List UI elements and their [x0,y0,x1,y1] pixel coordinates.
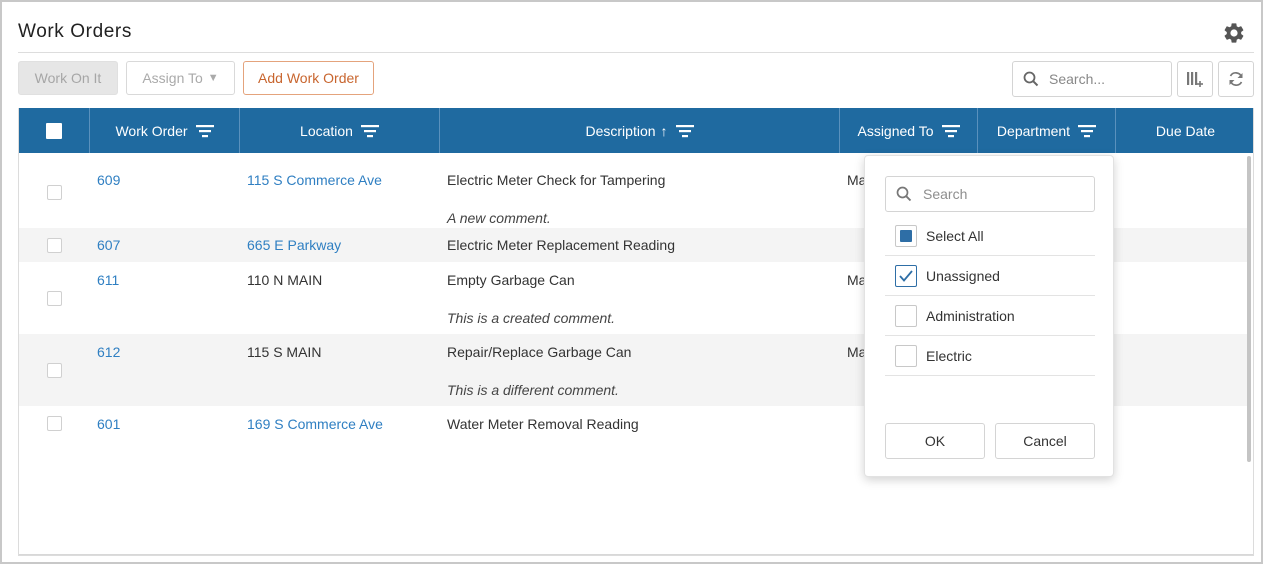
work-on-it-button[interactable]: Work On It [18,61,118,95]
location-link[interactable]: 169 S Commerce Ave [247,416,383,432]
column-chooser-icon [1187,72,1203,87]
filter-search-input[interactable] [921,185,1081,203]
work-on-it-label: Work On It [34,70,102,86]
checkbox[interactable] [895,264,917,287]
filter-option-electric[interactable]: Electric [885,336,1095,376]
filter-option-unassigned[interactable]: Unassigned [885,256,1095,296]
work-order-link[interactable]: 612 [97,344,120,360]
cancel-button[interactable]: Cancel [995,423,1095,459]
filter-option-label: Administration [926,307,1015,324]
work-order-link[interactable]: 609 [97,172,120,188]
add-work-order-label: Add Work Order [258,70,359,86]
column-header-due-date[interactable]: Due Date [1116,108,1253,153]
location-link[interactable]: 665 E Parkway [247,237,341,253]
assign-to-button[interactable]: Assign To ▼ [126,61,235,95]
row-comment: A new comment. [447,210,551,226]
filter-option-label: Select All [926,227,984,244]
work-order-link[interactable]: 607 [97,237,120,253]
filter-option-administration[interactable]: Administration [885,296,1095,336]
cancel-label: Cancel [1023,433,1067,449]
column-header-description[interactable]: Description ↑ [440,108,840,153]
header-select-all-cell [19,108,90,153]
column-header-work-order[interactable]: Work Order [90,108,240,153]
checkbox[interactable] [895,304,917,327]
checkmark-icon [899,269,913,282]
filter-option-label: Unassigned [926,267,1000,284]
page-title: Work Orders [18,21,132,42]
location-link[interactable]: 115 S Commerce Ave [247,172,382,188]
search-icon [896,186,912,202]
grid-header: Work Order Location Description ↑ Assign… [19,108,1253,153]
work-order-link[interactable]: 611 [97,272,119,288]
column-title-assigned-to: Assigned To [857,122,934,139]
work-orders-window: Work Orders Work On It Assign To ▼ Add W… [0,0,1263,564]
ok-label: OK [924,433,946,449]
column-title-work-order: Work Order [115,122,188,139]
row-checkbox[interactable] [47,416,62,431]
grid-bottom-divider [19,554,1253,555]
column-title-location: Location [300,122,353,139]
work-order-link[interactable]: 601 [97,416,120,432]
select-all-checkbox[interactable] [46,122,62,139]
row-checkbox[interactable] [47,363,62,378]
department-filter-popup: Select All Unassigned Administration Ele… [864,155,1114,477]
caret-down-icon: ▼ [207,72,219,84]
gear-icon[interactable] [1222,21,1246,45]
column-chooser-button[interactable] [1177,61,1213,97]
description-cell: Water Meter Removal Reading [447,416,639,432]
row-checkbox[interactable] [47,238,62,253]
title-divider [18,52,1254,53]
search-field[interactable] [1012,61,1172,97]
row-checkbox[interactable] [47,291,62,306]
description-cell: Empty Garbage Can [447,272,575,288]
indeterminate-indicator [900,229,912,242]
filter-icon[interactable] [941,124,960,138]
refresh-icon [1229,72,1243,86]
refresh-button[interactable] [1218,61,1254,97]
filter-icon[interactable] [360,124,379,138]
filter-icon[interactable] [195,124,214,138]
row-comment: This is a created comment. [447,310,616,326]
column-header-assigned-to[interactable]: Assigned To [840,108,978,153]
column-title-due-date: Due Date [1155,122,1216,139]
checkbox[interactable] [895,344,917,367]
row-comment: This is a different comment. [447,382,619,398]
filter-icon[interactable] [1078,124,1097,138]
column-header-department[interactable]: Department [978,108,1116,153]
vertical-scrollbar[interactable] [1247,156,1251,462]
filter-option-select-all[interactable]: Select All [885,216,1095,256]
filter-icon[interactable] [675,124,694,138]
row-checkbox[interactable] [47,185,62,200]
location-cell: 110 N MAIN [247,272,323,288]
checkbox[interactable] [895,224,917,247]
assign-to-label: Assign To [142,70,203,86]
description-cell: Electric Meter Replacement Reading [447,237,675,253]
ok-button[interactable]: OK [885,423,985,459]
column-title-description: Description [585,122,656,139]
search-input[interactable] [1047,70,1165,88]
sort-ascending-icon: ↑ [660,122,668,139]
filter-search-field[interactable] [885,176,1095,212]
column-title-department: Department [996,122,1071,139]
description-cell: Repair/Replace Garbage Can [447,344,632,360]
location-cell: 115 S MAIN [247,344,322,360]
description-cell: Electric Meter Check for Tampering [447,172,666,188]
search-icon [1023,71,1039,87]
add-work-order-button[interactable]: Add Work Order [243,61,374,95]
column-header-location[interactable]: Location [240,108,440,153]
filter-option-label: Electric [926,347,972,364]
